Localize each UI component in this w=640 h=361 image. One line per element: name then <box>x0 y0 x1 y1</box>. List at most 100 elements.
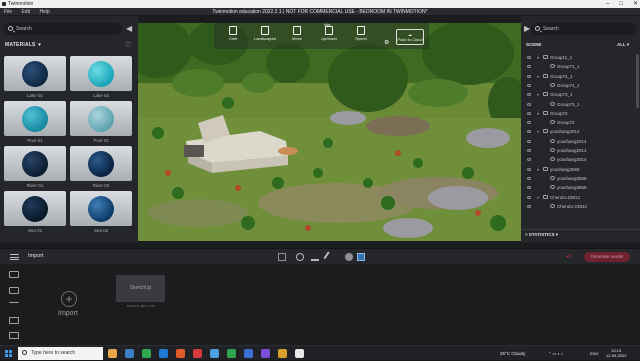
visibility-eye-icon[interactable] <box>527 111 531 115</box>
scene-tree-row[interactable]: ▾ Group74_1 <box>521 72 633 81</box>
taskbar-app-icon[interactable] <box>278 349 287 358</box>
weather-widget[interactable]: 26°C Cloudy <box>500 346 525 361</box>
nav-orbit-button[interactable]: Orbit <box>216 26 250 41</box>
statistics-toggle[interactable]: > STATISTICS ▾ <box>525 232 558 238</box>
minimize-button[interactable]: – <box>606 0 609 8</box>
camera-icon[interactable] <box>9 317 19 324</box>
scene-tree-row[interactable]: youshang3568 <box>521 183 633 192</box>
expand-chevron-icon[interactable]: ▾ <box>537 193 539 202</box>
scene-tree-row[interactable]: youshang3568 <box>521 174 633 183</box>
taskbar-app-icon[interactable] <box>159 349 168 358</box>
generate-render-button[interactable]: Generate render <box>584 252 630 262</box>
search-icon[interactable] <box>296 253 304 261</box>
scene-tree-row[interactable]: youshang2014 <box>521 137 633 146</box>
import-add-button[interactable]: + <box>61 291 77 307</box>
visibility-eye-icon[interactable] <box>527 149 531 152</box>
scene-tree-row[interactable]: ▾ Group72 <box>521 109 633 118</box>
expand-chevron-icon[interactable]: ▾ <box>537 109 539 118</box>
expand-chevron-icon[interactable]: ▾ <box>537 90 539 99</box>
visibility-eye-icon[interactable] <box>527 204 531 208</box>
expand-chevron-icon[interactable]: ▾ <box>537 165 539 174</box>
scene-tree-row[interactable]: youshang2014 <box>521 155 633 164</box>
scene-tree-row[interactable]: ChenZo-23812 <box>521 202 633 211</box>
gear-icon[interactable]: ⚙ <box>384 39 389 46</box>
system-tray-icons[interactable]: ⌃ ▭ ◐ ♪ <box>548 351 563 356</box>
material-tile[interactable] <box>4 191 66 226</box>
scene-tree-row[interactable]: ▾ ChenZo-23812 <box>521 193 633 202</box>
taskbar-app-icon[interactable] <box>176 349 185 358</box>
menu-edit[interactable]: Edit <box>17 8 34 16</box>
visibility-eye-icon[interactable] <box>527 83 531 87</box>
nav-speed-button[interactable]: Speed <box>344 26 378 41</box>
collapse-right-panel-icon[interactable]: ▶ <box>524 25 530 33</box>
menu-help[interactable]: Help <box>35 8 53 16</box>
scene-tree-row[interactable]: Group71_1 <box>521 62 633 71</box>
visibility-eye-icon[interactable] <box>527 130 531 134</box>
menu-icon[interactable] <box>10 254 19 260</box>
taskbar-app-icon[interactable] <box>125 349 134 358</box>
visibility-eye-icon[interactable] <box>527 186 531 190</box>
scene-tree-row[interactable]: ▾ Group11_1 <box>521 53 633 62</box>
close-button[interactable]: ✕ <box>633 0 638 8</box>
dock-layout-icon[interactable] <box>278 253 286 261</box>
scene-filter-dropdown[interactable]: ALL ▾ <box>617 42 629 48</box>
taskbar-app-icon[interactable] <box>193 349 202 358</box>
material-tile[interactable] <box>4 56 66 91</box>
taskbar-app-icon[interactable] <box>227 349 236 358</box>
taskbar-app-icon[interactable] <box>295 349 304 358</box>
users-icon[interactable] <box>9 287 19 294</box>
taskbar-app-icon[interactable] <box>108 349 117 358</box>
nav-move-button[interactable]: Move <box>280 26 314 41</box>
material-tile[interactable] <box>4 146 66 181</box>
material-tile[interactable] <box>70 146 132 181</box>
menu-file[interactable]: File <box>0 8 16 16</box>
export-icon[interactable] <box>9 332 19 339</box>
materials-dropdown[interactable]: MATERIALS ▾ <box>5 42 41 48</box>
push-to-cloud-button[interactable]: ☁ Push to Cloud <box>396 29 424 45</box>
visibility-eye-icon[interactable] <box>527 93 531 97</box>
visibility-eye-icon[interactable] <box>527 167 531 171</box>
visibility-eye-icon[interactable] <box>527 121 531 125</box>
imported-file-card[interactable]: SketchUp <box>116 275 165 302</box>
scene-tree-row[interactable]: Group73_1 <box>521 100 633 109</box>
taskbar-search-input[interactable]: Type here to search <box>18 347 103 360</box>
maximize-button[interactable]: □ <box>619 0 623 8</box>
material-tile[interactable] <box>70 101 132 136</box>
expand-chevron-icon[interactable]: ▾ <box>537 72 539 81</box>
visibility-eye-icon[interactable] <box>527 74 531 78</box>
import-icon[interactable] <box>9 271 19 278</box>
visibility-eye-icon[interactable] <box>527 195 531 199</box>
collapse-left-panel-icon[interactable]: ◀ <box>126 25 132 33</box>
visibility-eye-icon[interactable] <box>527 102 531 106</box>
terrain-icon[interactable] <box>311 253 319 261</box>
scene-tree-row[interactable]: Group74_1 <box>521 81 633 90</box>
material-tile[interactable] <box>70 191 132 226</box>
visibility-eye-icon[interactable] <box>527 139 531 143</box>
scene-search-input[interactable]: Search <box>531 23 636 35</box>
scene-tree-row[interactable]: youshang2014 <box>521 146 633 155</box>
brush-icon[interactable] <box>323 251 335 263</box>
taskbar-app-icon[interactable] <box>244 349 253 358</box>
favorite-icon[interactable]: ♡ <box>125 41 131 49</box>
taskbar-app-icon[interactable] <box>142 349 151 358</box>
nav-up-down-button[interactable]: Up/down <box>312 26 346 41</box>
link-icon[interactable] <box>9 302 19 309</box>
taskbar-app-icon[interactable] <box>210 349 219 358</box>
visibility-eye-icon[interactable] <box>527 65 531 69</box>
material-tile[interactable] <box>4 101 66 136</box>
expand-chevron-icon[interactable]: ▾ <box>537 127 539 136</box>
nav-landscaped-button[interactable]: Landscaped <box>248 26 282 41</box>
scene-tree-row[interactable]: ▾ youshang3568 <box>521 165 633 174</box>
undo-icon[interactable]: ↶ <box>566 253 572 261</box>
language-indicator[interactable]: ENG <box>590 346 599 361</box>
visibility-eye-icon[interactable] <box>527 158 531 162</box>
scene-tree-row[interactable]: ▾ youshang2014 <box>521 127 633 136</box>
sphere-icon[interactable] <box>345 253 353 261</box>
move-tool-icon[interactable] <box>357 253 365 261</box>
library-search-input[interactable]: Search <box>4 23 122 35</box>
scene-tree-row[interactable]: ▾ Group73_1 <box>521 90 633 99</box>
scene-tree-row[interactable]: Group72 <box>521 118 633 127</box>
3d-viewport[interactable]: Orbit Landscaped Move Up/down Speed Max ⚙ ☁ Push… <box>138 23 521 241</box>
expand-chevron-icon[interactable]: ▾ <box>537 53 539 62</box>
scene-scrollbar[interactable] <box>636 54 639 108</box>
